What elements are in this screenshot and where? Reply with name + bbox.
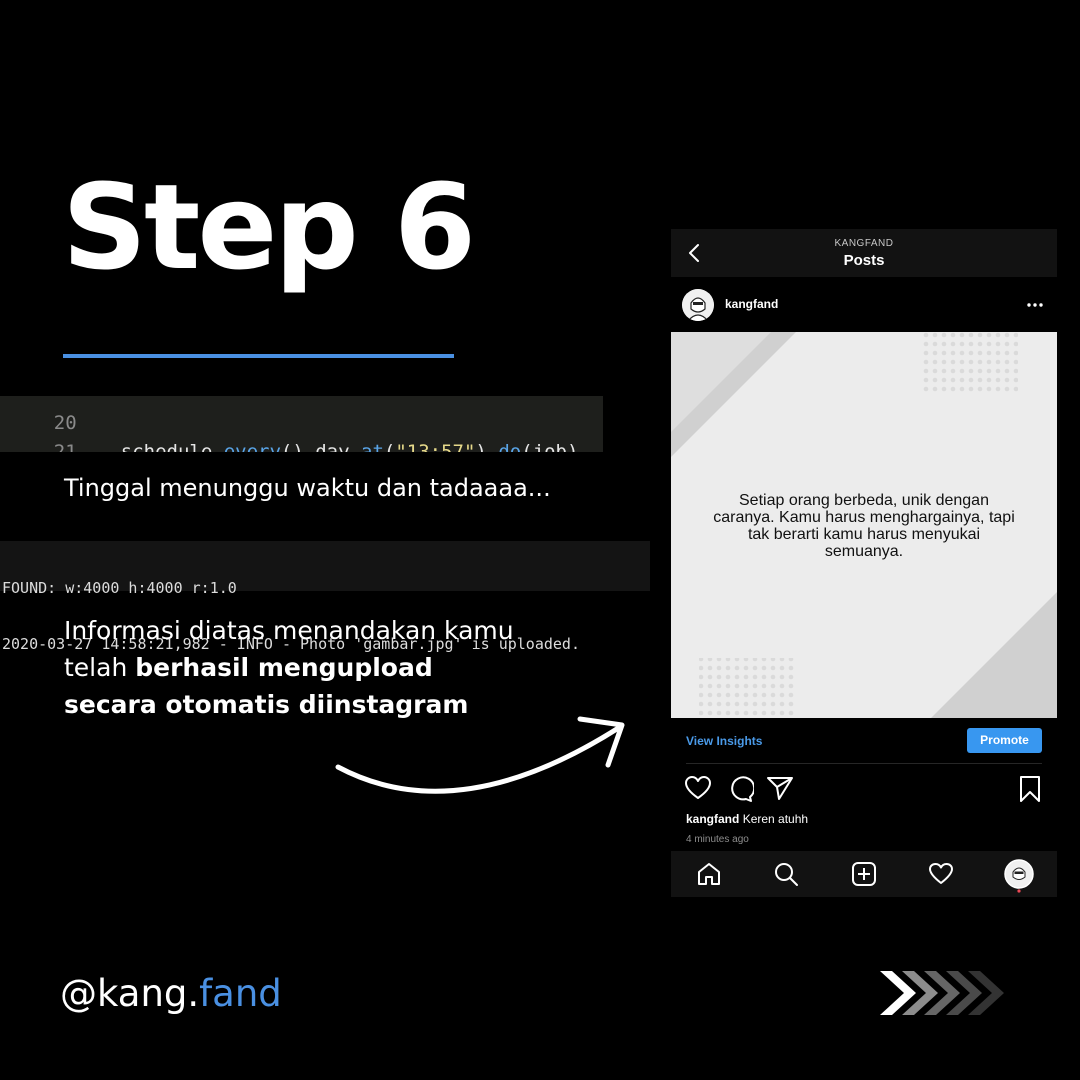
code-token: ( (383, 441, 396, 452)
post-timestamp: 4 minutes ago (686, 834, 749, 845)
share-icon[interactable] (766, 775, 794, 801)
code-line-22: 22 (0, 436, 121, 452)
divider (686, 763, 1042, 764)
title-underline (63, 354, 454, 358)
search-icon[interactable] (773, 861, 799, 887)
header-title: Posts (843, 252, 885, 269)
post-username[interactable]: kangfand (725, 297, 778, 311)
post-quote-text: Setiap orang berbeda, unik dengan carany… (713, 492, 1015, 560)
instagram-screenshot: KANGFAND Posts kangfand Setiap orang ber… (671, 229, 1057, 897)
caption-username[interactable]: kangfand (686, 812, 739, 826)
code-token: do (498, 441, 522, 452)
avatar-illustration-icon (682, 289, 714, 321)
add-post-icon[interactable] (851, 861, 877, 887)
bottom-tab-bar (671, 851, 1057, 897)
like-heart-icon[interactable] (684, 775, 712, 801)
author-handle: @kang.fand (60, 972, 282, 1015)
code-token: (job) (521, 441, 579, 452)
view-insights-link[interactable]: View Insights (686, 734, 762, 748)
avatar[interactable] (682, 289, 714, 321)
handle-prefix: @kang. (60, 972, 200, 1015)
code-token: schedule. (120, 441, 224, 452)
step-title: Step 6 (62, 158, 476, 296)
code-token: "13:57" (395, 441, 476, 452)
header-account-name: KANGFAND (834, 238, 894, 249)
code-token: at (361, 441, 384, 452)
post-image[interactable]: Setiap orang berbeda, unik dengan carany… (671, 332, 1057, 718)
home-icon[interactable] (696, 861, 722, 887)
caption-waiting: Tinggal menunggu waktu dan tadaaaa... (64, 474, 551, 502)
comment-icon[interactable] (726, 775, 754, 803)
more-options-icon[interactable] (1025, 295, 1045, 315)
post-header: kangfand (671, 287, 1057, 323)
console-output: FOUND: w:4000 h:4000 r:1.0 2020-03-27 14… (0, 541, 650, 653)
caption-text: Keren atuhh (742, 812, 809, 826)
profile-avatar-icon[interactable] (1004, 859, 1034, 893)
ig-header: KANGFAND Posts (671, 229, 1057, 277)
code-snippet: 20 21 schedule.every().day.at("13:57").do… (0, 396, 603, 452)
bookmark-icon[interactable] (1018, 775, 1042, 803)
post-caption: kangfand Keren atuhh (686, 812, 808, 826)
handle-accent: fand (199, 972, 282, 1015)
code-token: every (223, 441, 281, 452)
log-line: FOUND: w:4000 h:4000 r:1.0 (2, 579, 237, 597)
activity-heart-icon[interactable] (928, 861, 954, 887)
next-chevrons-icon (880, 971, 1004, 1015)
promote-button[interactable]: Promote (967, 728, 1042, 753)
code-token: ().day. (280, 441, 361, 452)
curved-arrow-icon (335, 716, 625, 794)
code-token: ). (475, 441, 499, 452)
code-line-20: 20 (0, 396, 121, 434)
